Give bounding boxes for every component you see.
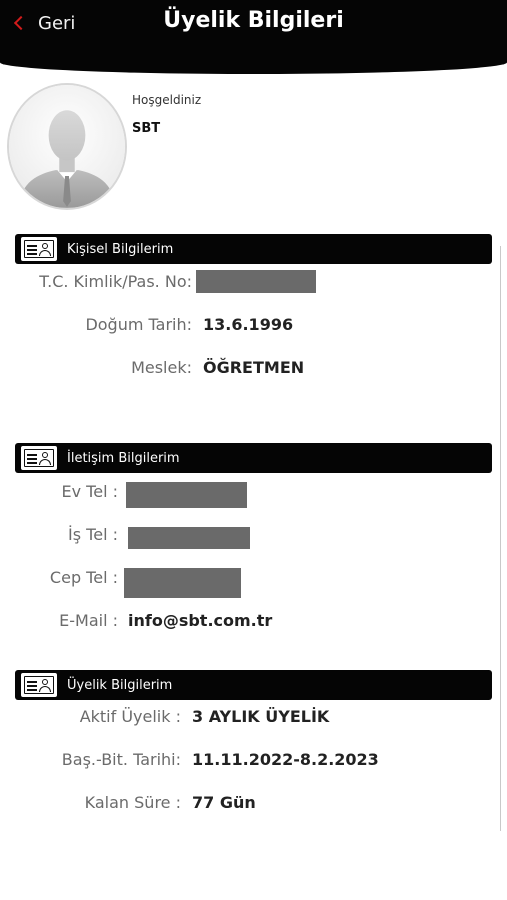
content-divider	[500, 246, 501, 831]
section-header-personal: Kişisel Bilgilerim	[15, 234, 492, 264]
job-value: ÖĞRETMEN	[203, 358, 305, 377]
home-phone-label: Ev Tel :	[61, 482, 118, 501]
tc-label: T.C. Kimlik/Pas. No:	[39, 272, 192, 291]
membership-dates-label: Baş.-Bit. Tarihi:	[61, 750, 181, 769]
id-card-icon	[21, 446, 57, 470]
section-title: Kişisel Bilgilerim	[67, 241, 174, 257]
active-membership-value: 3 AYLIK ÜYELİK	[192, 707, 330, 726]
membership-dates-value: 11.11.2022-8.2.2023	[192, 750, 379, 769]
id-card-icon	[21, 237, 57, 261]
avatar	[7, 83, 127, 210]
section-title: İletişim Bilgilerim	[67, 450, 180, 466]
home-phone-redacted	[126, 482, 247, 508]
work-phone-redacted	[128, 527, 250, 549]
work-phone-label: İş Tel :	[68, 525, 118, 544]
remaining-time-value: 77 Gün	[192, 793, 256, 812]
birth-date-label: Doğum Tarih:	[85, 315, 192, 334]
active-membership-label: Aktif Üyelik :	[79, 707, 181, 726]
email-label: E-Mail :	[59, 611, 118, 630]
remaining-time-label: Kalan Süre :	[84, 793, 181, 812]
page-title: Üyelik Bilgileri	[163, 8, 344, 33]
job-label: Meslek:	[131, 358, 192, 377]
birth-date-value: 13.6.1996	[203, 315, 294, 334]
section-header-membership: Üyelik Bilgilerim	[15, 670, 492, 700]
section-title: Üyelik Bilgilerim	[67, 677, 173, 693]
section-header-contact: İletişim Bilgilerim	[15, 443, 492, 473]
user-silhouette-icon	[9, 85, 125, 208]
id-card-icon	[21, 673, 57, 697]
mobile-phone-redacted	[124, 568, 241, 598]
email-value: info@sbt.com.tr	[128, 611, 273, 630]
mobile-phone-label: Cep Tel :	[49, 568, 118, 587]
top-header: Geri Üyelik Bilgileri	[0, 0, 507, 74]
user-name: SBT	[132, 121, 161, 136]
tc-value-redacted	[196, 270, 316, 293]
welcome-text: Hoşgeldiniz	[132, 93, 202, 107]
